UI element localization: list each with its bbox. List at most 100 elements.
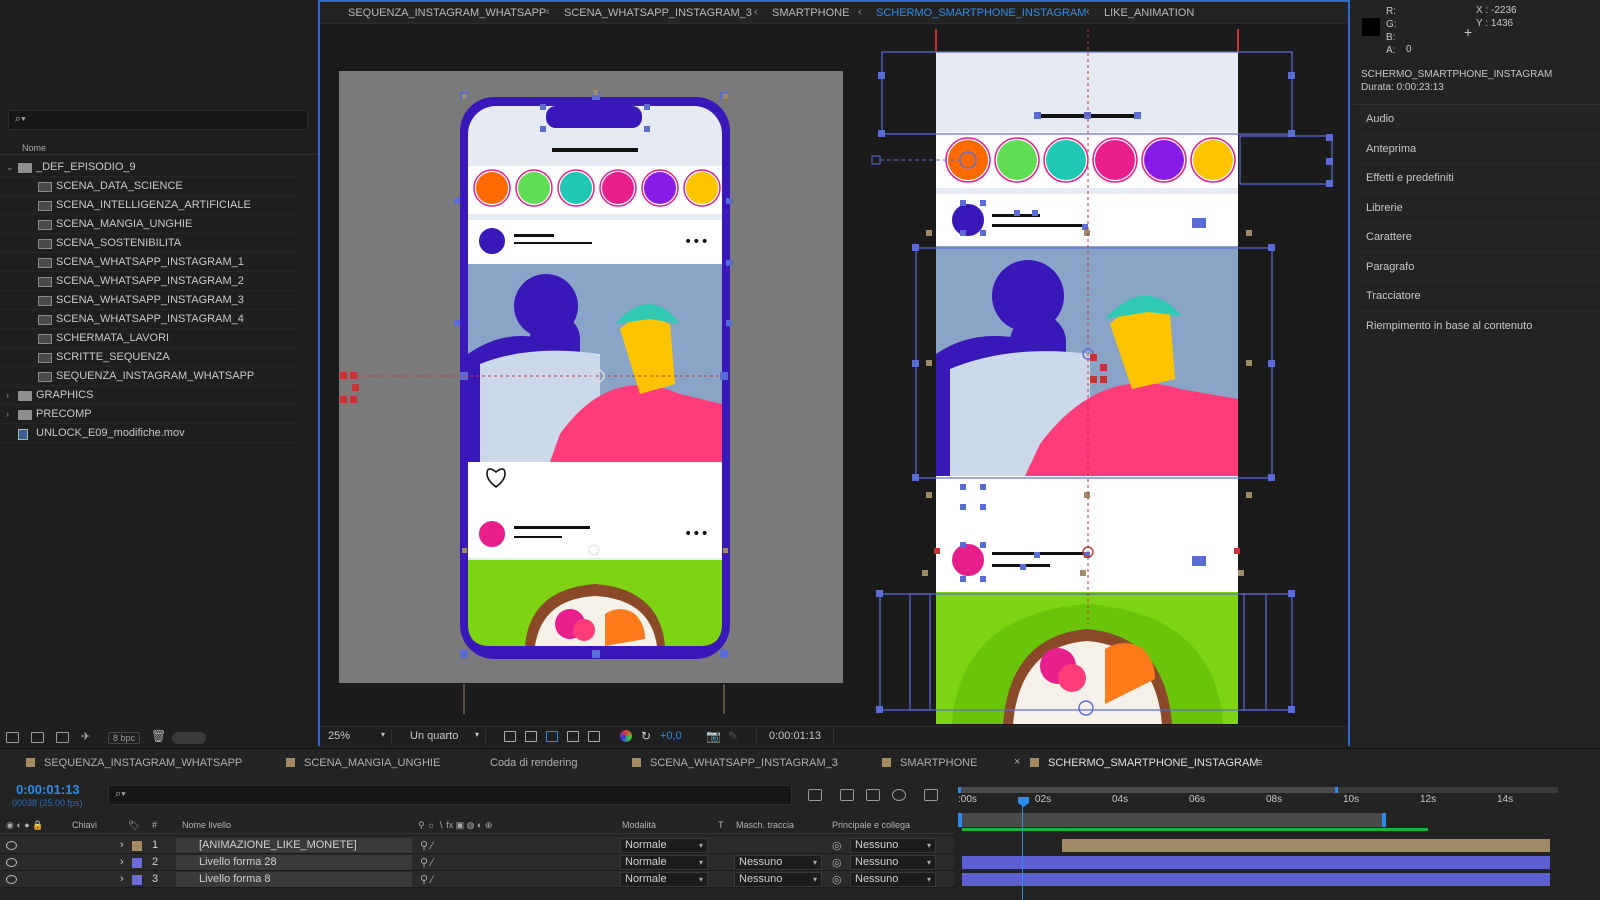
breadcrumb-item[interactable]: SCHERMO_SMARTPHONE_INSTAGRAM: [876, 7, 1086, 19]
project-item[interactable]: SCENA_WHATSAPP_INSTAGRAM_3: [0, 291, 300, 310]
layer-switches[interactable]: ⚲ ∕: [420, 873, 433, 886]
reset-exposure-icon[interactable]: ↻: [641, 729, 651, 743]
project-item[interactable]: UNLOCK_E09_modifiche.mov: [0, 424, 300, 443]
trash-icon[interactable]: 🗑: [151, 729, 166, 743]
timeline-tab[interactable]: SCENA_WHATSAPP_INSTAGRAM_3: [632, 757, 838, 769]
panel-audio[interactable]: Audio: [1354, 105, 1600, 135]
project-search-input[interactable]: ⌕▾: [8, 110, 308, 130]
panel-paragrafo[interactable]: Paragrafo: [1354, 253, 1600, 282]
project-item[interactable]: SCENA_SOSTENIBILITA: [0, 234, 300, 253]
panel-riempimento-in-base-al-contenuto[interactable]: Riempimento in base al contenuto: [1354, 312, 1600, 341]
project-item[interactable]: SCENA_WHATSAPP_INSTAGRAM_1: [0, 253, 300, 272]
disclosure-triangle-icon[interactable]: ›: [6, 405, 9, 424]
layer-duration-bar[interactable]: [1061, 839, 1550, 852]
layer-label-color[interactable]: [132, 875, 142, 885]
mask-visibility-icon[interactable]: [546, 731, 558, 742]
track-matte-select[interactable]: Nessuno ▾: [734, 872, 822, 887]
layer-expand-icon[interactable]: ›: [120, 856, 124, 868]
project-item[interactable]: SCENA_MANGIA_UNGHIE: [0, 215, 300, 234]
layer-duration-bar[interactable]: [962, 873, 1550, 886]
breadcrumb-item[interactable]: SMARTPHONE: [772, 7, 849, 19]
layer-row[interactable]: ›2★Livello forma 28⚲ ∕Normale▾Nessuno▾◎N…: [0, 854, 955, 871]
project-item[interactable]: SCENA_WHATSAPP_INSTAGRAM_4: [0, 310, 300, 329]
timeline-tab[interactable]: SEQUENZA_INSTAGRAM_WHATSAPP: [26, 757, 242, 769]
new-folder-icon[interactable]: [31, 732, 44, 743]
fast-previews-icon[interactable]: [504, 731, 516, 742]
graph-editor-icon[interactable]: [924, 789, 938, 801]
layer-switches[interactable]: ⚲ ∕: [420, 856, 433, 869]
disclosure-triangle-icon[interactable]: ⌄: [6, 158, 14, 177]
pickwhip-icon[interactable]: ◎: [832, 839, 842, 852]
visibility-eye-icon[interactable]: [6, 841, 17, 850]
snapshot-icon[interactable]: 📷: [706, 729, 721, 743]
composition-mini-flowchart-icon[interactable]: [808, 789, 822, 801]
zoom-select[interactable]: 25% ▾: [322, 729, 392, 745]
layer-switches[interactable]: ⚲ ∕: [420, 839, 433, 852]
interpret-footage-icon[interactable]: [6, 732, 19, 743]
breadcrumb-item[interactable]: SEQUENZA_INSTAGRAM_WHATSAPP: [348, 7, 546, 19]
layer-row[interactable]: ›1▦[ANIMAZIONE_LIKE_MONETE]⚲ ∕Normale▾◎N…: [0, 837, 955, 854]
new-composition-icon[interactable]: [56, 732, 69, 743]
blend-mode-select[interactable]: Normale ▾: [620, 872, 708, 887]
shy-layers-icon[interactable]: [866, 789, 880, 801]
exposure-value[interactable]: +0,0: [660, 730, 682, 742]
parent-select[interactable]: Nessuno ▾: [850, 855, 936, 870]
timeline-tab[interactable]: Coda di rendering: [490, 757, 577, 769]
composition-canvas[interactable]: ••• •••: [320, 24, 1348, 724]
layer-label-color[interactable]: [132, 841, 142, 851]
track-matte-select[interactable]: Nessuno ▾: [734, 855, 822, 870]
channel-icon[interactable]: [620, 730, 632, 742]
region-of-interest-icon[interactable]: [567, 731, 579, 742]
panel-anteprima[interactable]: Anteprima: [1354, 135, 1600, 164]
blend-mode-select[interactable]: Normale ▾: [620, 855, 708, 870]
project-item[interactable]: SEQUENZA_INSTAGRAM_WHATSAPP: [0, 367, 300, 386]
disclosure-triangle-icon[interactable]: ›: [6, 386, 9, 405]
project-item[interactable]: › GRAPHICS: [0, 386, 300, 405]
transparency-grid-icon[interactable]: [525, 731, 537, 742]
timeline-tab[interactable]: SCENA_MANGIA_UNGHIE: [286, 757, 440, 769]
project-item[interactable]: SCRITTE_SEQUENZA: [0, 348, 300, 367]
panel-effetti-e-predefiniti[interactable]: Effetti e predefiniti: [1354, 164, 1600, 194]
layer-name[interactable]: Livello forma 28: [199, 856, 277, 868]
current-time[interactable]: 0:00:01:13: [16, 782, 80, 797]
visibility-eye-icon[interactable]: [6, 875, 17, 884]
bit-depth-button[interactable]: 8 bpc: [108, 732, 141, 744]
layer-duration-bar[interactable]: [962, 856, 1550, 869]
timeline-tab[interactable]: SMARTPHONE: [882, 757, 977, 769]
timeline-tab[interactable]: SCHERMO_SMARTPHONE_INSTAGRAM: [1030, 757, 1258, 769]
frame-blending-icon[interactable]: [892, 789, 906, 801]
breadcrumb-item[interactable]: LIKE_ANIMATION: [1104, 7, 1194, 19]
layer-expand-icon[interactable]: ›: [120, 839, 124, 851]
viewer-timecode[interactable]: 0:00:01:13: [756, 729, 834, 745]
layer-row[interactable]: ›3★Livello forma 8⚲ ∕Normale▾Nessuno▾◎Ne…: [0, 871, 955, 888]
layer-name[interactable]: Livello forma 8: [199, 873, 271, 885]
layer-name[interactable]: [ANIMAZIONE_LIKE_MONETE]: [199, 839, 357, 851]
layer-search-input[interactable]: ⌕▾: [108, 785, 792, 805]
blend-mode-select[interactable]: Normale ▾: [620, 838, 708, 853]
parent-select[interactable]: Nessuno ▾: [850, 872, 936, 887]
project-item[interactable]: ⌄ _DEF_EPISODIO_9: [0, 158, 300, 177]
panel-carattere[interactable]: Carattere: [1354, 223, 1600, 253]
project-item[interactable]: SCENA_INTELLIGENZA_ARTIFICIALE: [0, 196, 300, 215]
parent-select[interactable]: Nessuno ▾: [850, 838, 936, 853]
project-item[interactable]: SCHERMATA_LAVORI: [0, 329, 300, 348]
panel-menu-icon[interactable]: ≡: [1256, 757, 1262, 769]
render-icon[interactable]: ✈: [81, 730, 94, 743]
layer-expand-icon[interactable]: ›: [120, 873, 124, 885]
time-navigator[interactable]: [958, 787, 1338, 793]
show-snapshot-icon[interactable]: ✎: [728, 729, 738, 743]
project-item[interactable]: SCENA_DATA_SCIENCE: [0, 177, 300, 196]
project-item[interactable]: SCENA_WHATSAPP_INSTAGRAM_2: [0, 272, 300, 291]
visibility-eye-icon[interactable]: [6, 858, 17, 867]
draft-3d-icon[interactable]: [840, 789, 854, 801]
panel-librerie[interactable]: Librerie: [1354, 194, 1600, 223]
pickwhip-icon[interactable]: ◎: [832, 856, 842, 869]
close-tab-icon[interactable]: ×: [1014, 756, 1020, 768]
project-item[interactable]: › PRECOMP: [0, 405, 300, 424]
resolution-select[interactable]: Un quarto ▾: [404, 729, 486, 745]
layer-label-color[interactable]: [132, 858, 142, 868]
pickwhip-icon[interactable]: ◎: [832, 873, 842, 886]
panel-tracciatore[interactable]: Tracciatore: [1354, 282, 1600, 312]
thumbnail-toggle[interactable]: [172, 732, 206, 744]
grid-guides-icon[interactable]: [588, 731, 600, 742]
